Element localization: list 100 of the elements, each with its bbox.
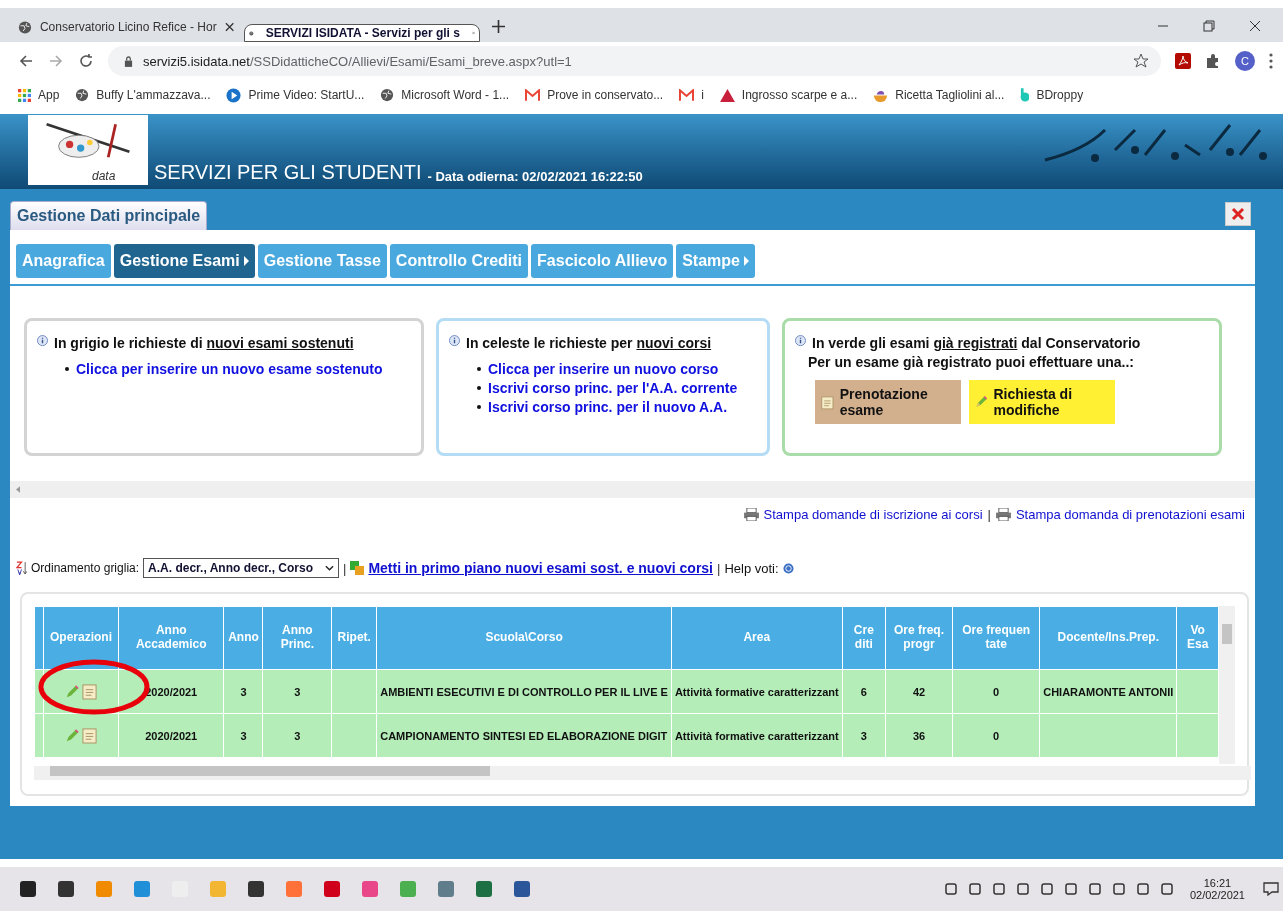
help-label: Help voti: [724,560,779,576]
tab-title: SERVIZI ISIDATA - Servizi per gli s [265,26,460,40]
page-title: SERVIZI PER GLI STUDENTI [154,161,422,184]
table-cell: 3 [263,713,332,758]
table-cell: 36 [885,713,953,758]
bookmark[interactable]: App [18,88,60,102]
notification-icon[interactable] [1263,881,1279,897]
panel-tab[interactable]: Gestione Dati principale [10,201,208,230]
table-scrollbar[interactable] [34,766,1251,780]
puzzle-icon[interactable] [1205,53,1221,69]
address-bar[interactable]: servizi5.isidata.net/SSDidatticheCO/Allievi/Esami/Esami_breve.aspx?utl=1 [108,46,1161,76]
bookmark[interactable]: Microsoft Word - 1... [380,88,510,102]
bullet-icon [65,367,69,371]
info-icon [795,335,806,348]
ordering-dropdown[interactable]: A.A. decr., Anno decr., Corso [143,558,339,578]
table-cell [331,669,377,714]
printer-icon [995,508,1011,521]
url-text: servizi5.isidata.net/SSDidatticheCO/Allievi/Esami/Esami_breve.aspx?utl=1 [143,53,572,69]
table-cell: CHIARAMONTE ANTONII [1039,669,1177,714]
bookmark[interactable]: Prove in conservato... [525,88,664,102]
pencil-icon[interactable] [65,684,79,699]
sort-icon [16,560,27,576]
box-heading: In celeste le richieste per nuovi corsi [466,335,712,351]
logo: data [28,115,148,185]
bullet-icon [477,386,481,390]
profile-avatar[interactable]: C [1235,51,1255,71]
info-icon [449,335,460,348]
table-cell: CAMPIONAMENTO SINTESI ED ELABORAZIONE DIGIT [376,713,672,758]
bullet-icon [477,367,481,371]
chevron-icon [325,565,334,571]
drop-icon [1020,87,1030,103]
separator: | [987,507,991,522]
table-cell: 3 [224,669,263,714]
current-date: - Data odierna: 02/02/2021 16:22:50 [427,169,643,184]
box-note: Per un esame già registrato puoi effettuare una..: [807,354,1135,370]
table-cell: Attività formative caratterizzant [671,713,843,758]
menu-icon[interactable] [1269,53,1273,69]
tab-title: Conservatorio Licino Refice - Hor [39,20,217,34]
bookmark[interactable]: BDroppy [1020,87,1084,103]
separator: | [717,560,721,576]
table-cell: 0 [952,713,1040,758]
table-cell: 3 [224,713,263,758]
apps-grid-icon [18,88,31,102]
submenu-arrow-icon [243,256,249,266]
vertical-scrollbar[interactable] [1219,606,1235,764]
print-link[interactable]: Stampa domande di iscrizione ai corsi [763,507,983,522]
table-cell: 6 [842,669,886,714]
table-cell: Attività formative caratterizzant [671,669,843,714]
bookmark[interactable]: Prime Video: StartU... [226,87,365,103]
table-cell [1176,669,1219,714]
star-icon[interactable] [1133,53,1149,69]
note-icon [821,393,834,411]
back-icon[interactable] [18,53,34,69]
table-cell: AMBIENTI ESECUTIVI E DI CONTROLLO PER IL LIVE E [376,669,672,714]
bookmark[interactable]: Ingrosso scarpe e a... [719,88,858,102]
table-cell: 3 [263,669,332,714]
bookmark[interactable]: i [679,88,704,102]
restore-icon[interactable] [1203,20,1215,32]
bookmark[interactable]: Buffy L'ammazzava... [75,88,211,102]
separator: | [343,560,347,576]
box-heading: In grigio le richieste di nuovi esami sostenuti [54,335,354,351]
table-cell: 42 [885,669,953,714]
lock-icon [124,55,133,67]
box-link[interactable]: Clicca per inserire un nuovo corso [488,361,719,377]
action-button[interactable]: Richiesta di modifiche [969,380,1115,424]
close-button[interactable] [1225,202,1251,226]
action-button[interactable]: Prenotazione esame [815,380,961,424]
box-link[interactable]: Clicca per inserire un nuovo esame sostenuto [76,361,383,377]
box-heading: In verde gli esami già registrati dal Conservatorio [812,335,1141,351]
submenu-arrow-icon [744,256,749,266]
printer-icon [743,508,759,521]
bookmark[interactable]: Ricetta Tagliolini al... [873,87,1005,103]
triangle-icon [719,88,735,102]
table-cell [1176,713,1219,758]
info-icon [37,335,48,348]
table-cell: 2020/2021 [118,713,224,758]
browser-tab[interactable]: Conservatorio Licino Refice - Hor [8,12,244,42]
menu-tab[interactable]: Gestione Esami [113,244,255,278]
pdf-icon[interactable] [1175,53,1191,69]
ordering-label: Ordinamento griglia: [31,561,140,575]
layers-icon [350,561,365,575]
table-cell [331,713,377,758]
mail-icon [525,89,541,101]
box-link[interactable]: Iscrivi corso princ. per il nuovo A.A. [488,399,728,415]
bullet-icon [477,405,481,409]
highlight-link[interactable]: Metti in primo piano nuovi esami sost. e nuovi corsi [368,560,713,576]
pencil-icon[interactable] [65,728,79,743]
horizontal-scrollbar[interactable] [10,481,1255,498]
play-icon [226,87,242,103]
box-link[interactable]: Iscrivi corso princ. per l'A.A. corrente [488,380,738,396]
print-link[interactable]: Stampa domanda di prenotazioni esami [1015,507,1245,522]
taskbar-clock[interactable]: 16:21 02/02/2021 [1189,877,1245,901]
browser-tab[interactable]: SERVIZI ISIDATA - Servizi per gli s [244,24,480,42]
help-icon[interactable] [782,562,794,574]
header-cell [34,606,44,670]
mail-icon [679,89,695,101]
table-cell: 0 [952,669,1040,714]
new-tab-icon[interactable] [492,20,505,33]
table-cell: 3 [842,713,886,758]
reload-icon[interactable] [78,53,94,69]
